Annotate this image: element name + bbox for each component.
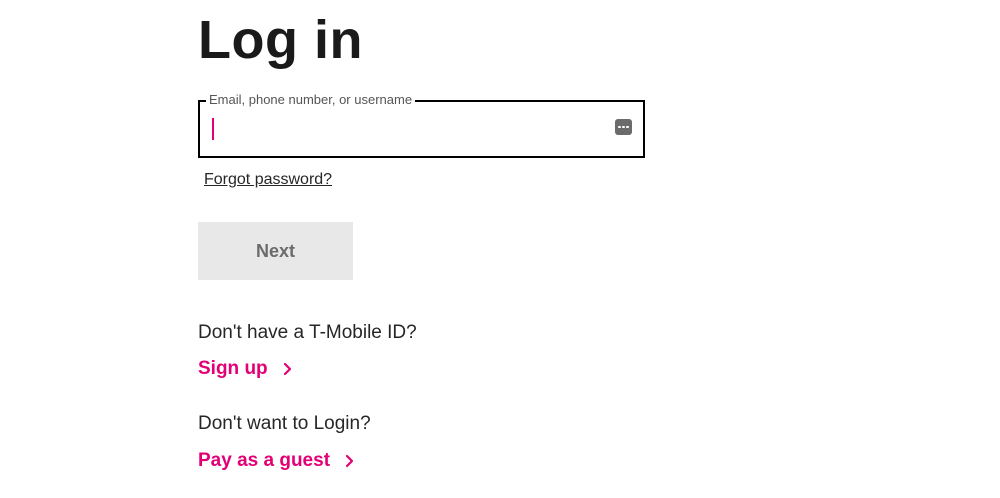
pay-as-guest-link-label: Pay as a guest bbox=[198, 450, 331, 471]
text-caret bbox=[212, 118, 214, 140]
identifier-input[interactable] bbox=[210, 112, 600, 146]
identifier-field-label: Email, phone number, or username bbox=[206, 92, 416, 108]
chevron-right-icon bbox=[345, 454, 354, 468]
sign-up-link-label: Sign up bbox=[198, 358, 268, 379]
password-manager-icon[interactable] bbox=[615, 119, 632, 135]
signup-prompt: Don't have a T-Mobile ID? bbox=[198, 322, 417, 343]
guest-prompt: Don't want to Login? bbox=[198, 413, 371, 434]
next-button[interactable]: Next bbox=[198, 222, 353, 280]
page-title: Log in bbox=[198, 10, 363, 70]
chevron-right-icon bbox=[283, 362, 291, 376]
sign-up-link[interactable]: Sign up bbox=[198, 357, 294, 381]
identifier-field[interactable]: Email, phone number, or username bbox=[198, 92, 645, 158]
pay-as-guest-link[interactable]: Pay as a guest bbox=[198, 449, 356, 473]
forgot-password-link[interactable]: Forgot password? bbox=[204, 170, 332, 190]
